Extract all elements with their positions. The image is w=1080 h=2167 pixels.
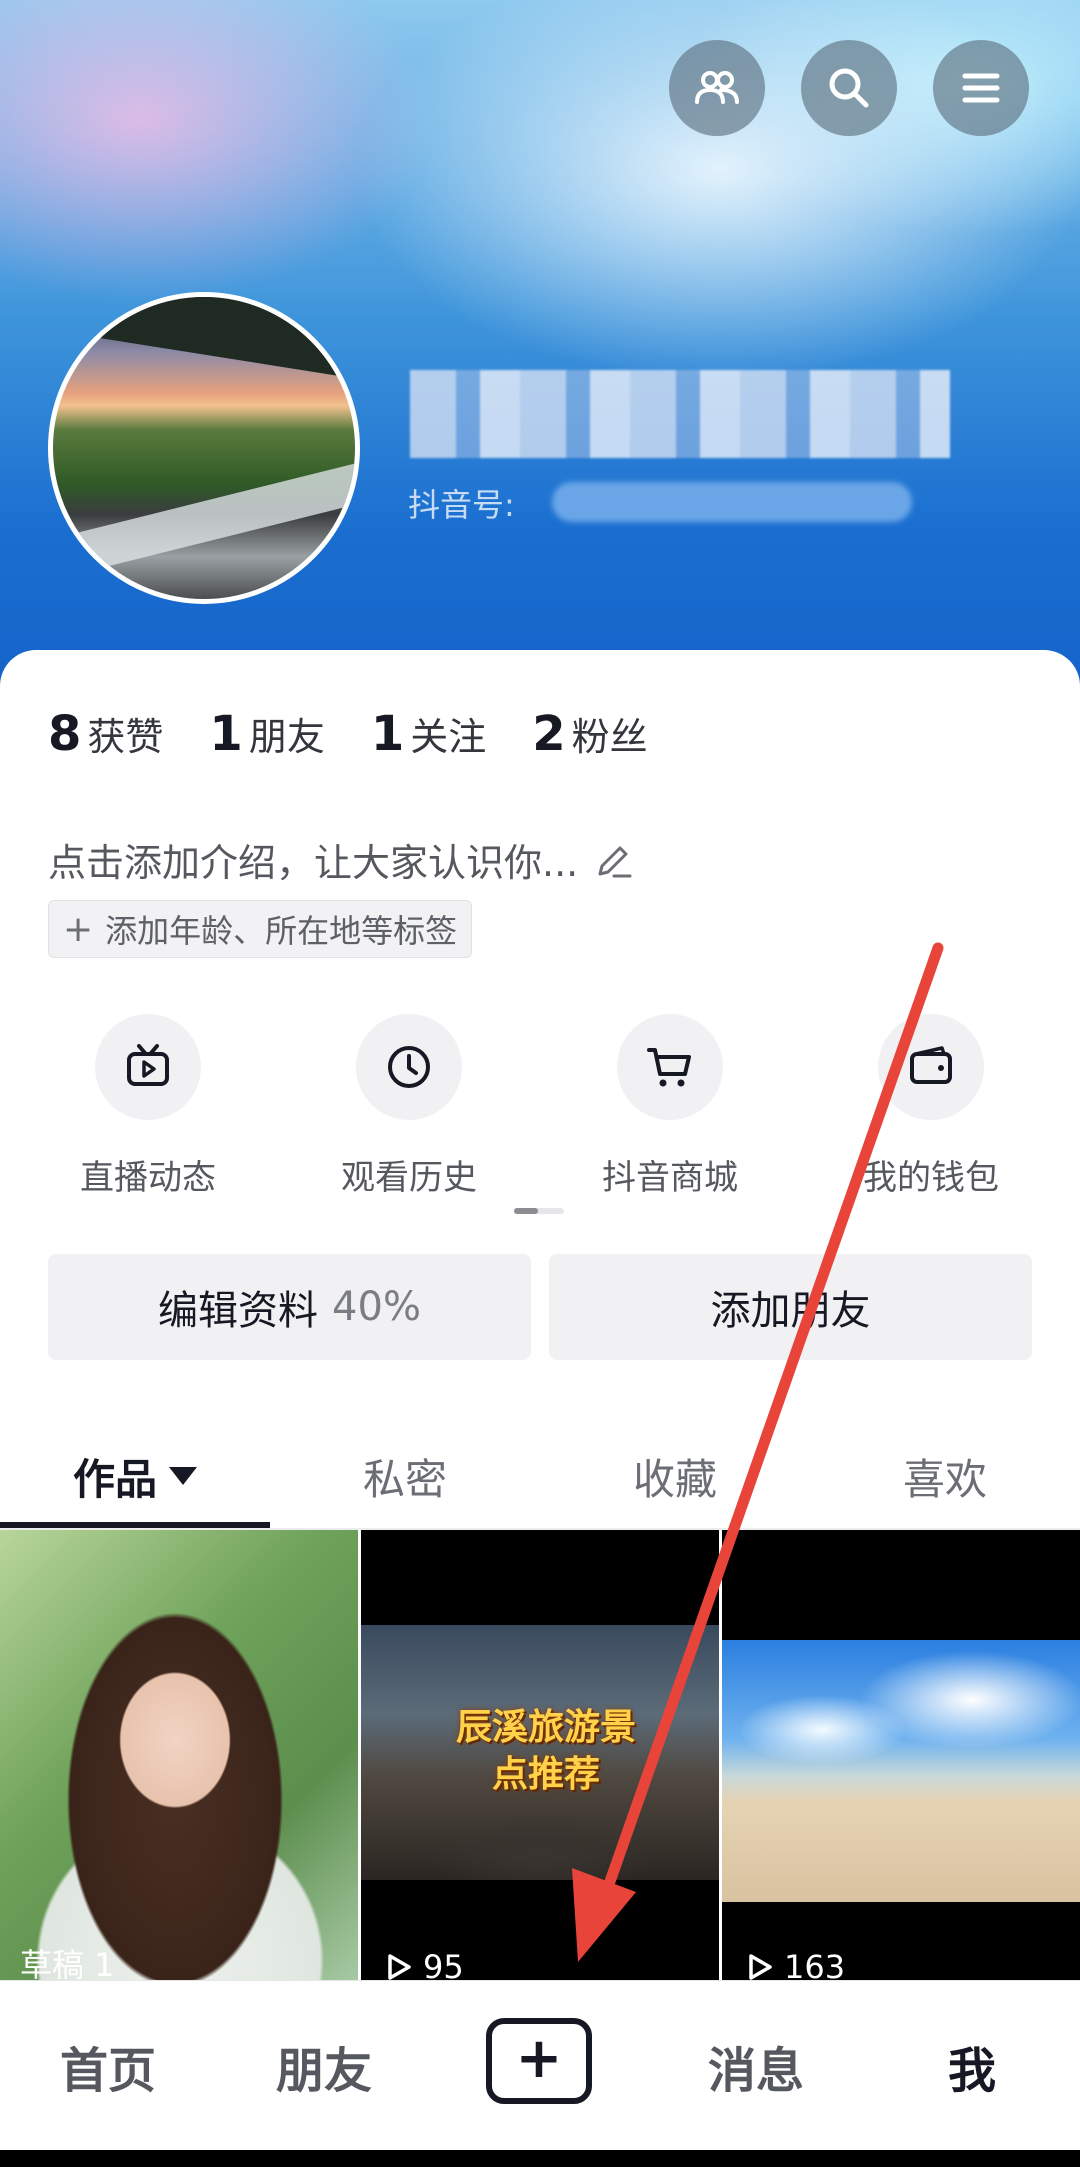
nav-home[interactable]: 首页 — [0, 1981, 216, 2151]
cart-icon — [617, 1014, 723, 1120]
quick-action-live[interactable]: 直播动态 — [43, 1014, 253, 1199]
nav-me[interactable]: 我 — [864, 1981, 1080, 2151]
play-count-value: 163 — [784, 1948, 846, 1980]
edit-profile-label: 编辑资料 — [158, 1288, 319, 1334]
clock-icon — [356, 1014, 462, 1120]
profile-completion-percent: 40% — [332, 1284, 421, 1330]
plus-icon: + — [515, 2026, 563, 2091]
stat-count: 8 — [48, 706, 82, 762]
stats-row: 8 获赞 1 朋友 1 关注 2 粉丝 — [48, 706, 648, 762]
tab-label: 作品 — [72, 1454, 157, 1504]
video-tile[interactable]: 辰溪旅游景 点推荐 95 — [361, 1530, 719, 1980]
play-count: 95 — [381, 1948, 464, 1980]
video-thumbnail-title: 辰溪旅游景 点推荐 — [431, 1705, 661, 1799]
nav-messages[interactable]: 消息 — [648, 1981, 864, 2151]
wallet-icon — [878, 1014, 984, 1120]
stat-following[interactable]: 1 关注 — [371, 706, 486, 762]
quick-action-label: 观看历史 — [341, 1158, 477, 1198]
bio-text: 点击添加介绍，让大家认识你... — [48, 841, 579, 885]
edit-pencil-icon — [598, 846, 632, 877]
quick-action-label: 抖音商城 — [602, 1158, 738, 1198]
tab-label: 收藏 — [632, 1454, 717, 1504]
add-friend-label: 添加朋友 — [710, 1288, 871, 1334]
douyin-id-label: 抖音号: — [408, 486, 515, 524]
menu-button[interactable] — [933, 40, 1029, 136]
friends-icon — [695, 71, 739, 104]
publish-button[interactable]: + — [486, 2018, 592, 2104]
quick-action-label: 我的钱包 — [863, 1158, 999, 1198]
edit-profile-button[interactable]: 编辑资料 40% — [48, 1254, 531, 1360]
tab-private[interactable]: 私密 — [270, 1424, 540, 1528]
stat-label: 关注 — [410, 715, 487, 759]
plus-icon: + — [63, 908, 94, 950]
quick-action-wallet[interactable]: 我的钱包 — [826, 1014, 1036, 1199]
nickname-redacted — [410, 370, 950, 458]
thumbnail-title-line: 辰溪旅游景 — [455, 1707, 636, 1748]
friends-button[interactable] — [669, 40, 765, 136]
content-tabs: 作品 私密 收藏 喜欢 — [0, 1424, 1080, 1528]
add-friend-button[interactable]: 添加朋友 — [549, 1254, 1032, 1360]
search-icon — [829, 68, 869, 108]
stat-friends[interactable]: 1 朋友 — [209, 706, 324, 762]
video-grid: 草稿 1 辰溪旅游景 点推荐 95 163 — [0, 1530, 1080, 1980]
tab-favorites[interactable]: 收藏 — [540, 1424, 810, 1528]
play-icon — [749, 1954, 772, 1980]
video-thumbnail — [722, 1640, 1080, 1902]
stat-label: 粉丝 — [571, 715, 648, 759]
video-tile-draft[interactable]: 草稿 1 — [0, 1530, 358, 1980]
video-tile[interactable]: 163 — [722, 1530, 1080, 1980]
play-count-value: 95 — [423, 1948, 464, 1980]
quick-actions-scroll-indicator — [514, 1208, 564, 1214]
quick-action-history[interactable]: 观看历史 — [304, 1014, 514, 1199]
thumbnail-title-line: 点推荐 — [491, 1753, 600, 1795]
draft-count: 草稿 1 — [20, 1946, 115, 1980]
nav-friends[interactable]: 朋友 — [216, 1981, 432, 2151]
search-button[interactable] — [801, 40, 897, 136]
stat-label: 获赞 — [87, 715, 164, 759]
stat-count: 1 — [209, 706, 243, 762]
caret-down-icon — [169, 1467, 197, 1485]
add-tags-label: 添加年龄、所在地等标签 — [105, 912, 458, 950]
live-tv-icon — [95, 1014, 201, 1120]
stat-likes[interactable]: 8 获赞 — [48, 706, 163, 762]
bio-placeholder[interactable]: 点击添加介绍，让大家认识你... — [48, 832, 636, 887]
tab-likes[interactable]: 喜欢 — [810, 1424, 1080, 1528]
stat-followers[interactable]: 2 粉丝 — [532, 706, 647, 762]
avatar[interactable] — [48, 292, 360, 604]
play-count: 163 — [742, 1948, 845, 1980]
stat-count: 1 — [370, 706, 405, 762]
menu-icon — [962, 73, 1000, 103]
quick-action-label: 直播动态 — [80, 1158, 216, 1198]
tab-label: 私密 — [362, 1454, 447, 1504]
play-icon — [388, 1954, 411, 1980]
add-tags-chip[interactable]: + 添加年龄、所在地等标签 — [48, 900, 473, 958]
quick-action-mall[interactable]: 抖音商城 — [565, 1014, 775, 1199]
stat-count: 2 — [532, 706, 566, 762]
tab-works[interactable]: 作品 — [0, 1424, 270, 1528]
stat-label: 朋友 — [248, 715, 325, 759]
douyin-id-redacted — [552, 482, 912, 522]
tab-label: 喜欢 — [902, 1454, 987, 1504]
